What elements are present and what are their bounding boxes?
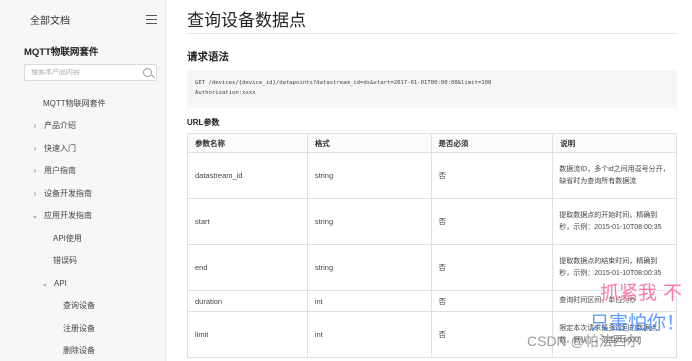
chevron-right-icon: ›	[33, 188, 37, 198]
product-title: MQTT物联网套件	[24, 47, 99, 58]
sidebar-item-api-usage[interactable]: API使用	[0, 227, 166, 250]
menu-icon[interactable]	[146, 14, 157, 24]
sidebar-item-delete-device[interactable]: 删除设备	[0, 340, 166, 361]
param-name: datastream_id	[187, 152, 308, 199]
code-line-request: GET /devices/{device_id}/datapoints?data…	[195, 80, 492, 86]
sidebar-search[interactable]	[24, 64, 157, 81]
sidebar-header: 全部文档	[0, 0, 165, 38]
chevron-right-icon: ›	[33, 166, 37, 176]
param-required: 否	[430, 290, 554, 312]
main-content: 查询设备数据点 请求语法 GET /devices/{device_id}/da…	[187, 0, 692, 361]
chevron-right-icon: ›	[33, 121, 37, 131]
divider	[187, 33, 677, 34]
sidebar-item-register-device[interactable]: 注册设备	[0, 317, 166, 340]
sidebar-nav: MQTT物联网套件 › 产品介绍 › 快速入门 › 用户指南 › 设备开发指南 ⌄ 应用开…	[0, 92, 166, 361]
param-format: string	[306, 152, 432, 199]
column-header: 参数名称	[187, 133, 308, 153]
table-row: datastream_id string 否 数据流ID，多个id之间用逗号分开…	[187, 152, 677, 199]
page-title: 查询设备数据点	[187, 11, 306, 30]
column-header: 格式	[306, 133, 432, 153]
param-required: 否	[430, 152, 554, 199]
code-block: GET /devices/{device_id}/datapoints?data…	[187, 70, 677, 108]
param-name: limit	[187, 311, 308, 358]
column-header: 说明	[552, 133, 677, 153]
param-desc: 提取数据点的开始时间，精确到秒，示例：2015-01-10T08:00:35	[552, 198, 677, 245]
sidebar-item-quickstart[interactable]: › 快速入门	[0, 137, 166, 160]
param-format: string	[306, 244, 432, 291]
param-format: string	[306, 198, 432, 245]
search-input[interactable]	[31, 69, 141, 76]
sidebar-item-user-guide[interactable]: › 用户指南	[0, 160, 166, 183]
watermark-text-red: 抓紧我 不	[600, 282, 683, 304]
param-required: 否	[430, 198, 554, 245]
table-header-row: 参数名称 格式 是否必须 说明	[187, 133, 677, 153]
chevron-down-icon: ⌄	[31, 211, 39, 221]
sidebar-item-api[interactable]: ⌄ API	[0, 272, 166, 295]
sidebar-item-query-device[interactable]: 查询设备	[0, 295, 166, 318]
url-params-heading: URL参数	[187, 118, 220, 127]
all-docs-link[interactable]: 全部文档	[30, 12, 70, 27]
sidebar: 全部文档 MQTT物联网套件 MQTT物联网套件 ›产品介绍 ›快速入门 ›用户…	[0, 0, 166, 361]
sidebar-item-intro[interactable]: › 产品介绍	[0, 115, 166, 138]
param-name: duration	[187, 290, 308, 312]
sidebar-item-mqtt[interactable]: MQTT物联网套件	[0, 92, 166, 115]
search-icon[interactable]	[143, 68, 152, 77]
table-row: start string 否 提取数据点的开始时间，精确到秒，示例：2015-0…	[187, 198, 677, 245]
column-header: 是否必须	[430, 133, 554, 153]
request-syntax-heading: 请求语法	[187, 51, 229, 63]
chevron-right-icon: ›	[33, 143, 37, 153]
param-name: start	[187, 198, 308, 245]
param-required: 否	[430, 244, 554, 291]
csdn-watermark: CSDN @帕法西尔	[527, 333, 641, 349]
code-line-auth: Authorization:xxxx	[195, 90, 256, 96]
sidebar-item-app-dev[interactable]: ⌄ 应用开发指南	[0, 205, 166, 228]
sidebar-item-device-dev[interactable]: › 设备开发指南	[0, 182, 166, 205]
param-format: int	[306, 290, 432, 312]
sidebar-item-error-codes[interactable]: 错误码	[0, 250, 166, 273]
param-name: end	[187, 244, 308, 291]
chevron-down-icon: ⌄	[41, 278, 49, 288]
param-desc: 数据流ID，多个id之间用逗号分开，缺省时为查询所有数据流	[552, 152, 677, 199]
param-format: int	[306, 311, 432, 358]
